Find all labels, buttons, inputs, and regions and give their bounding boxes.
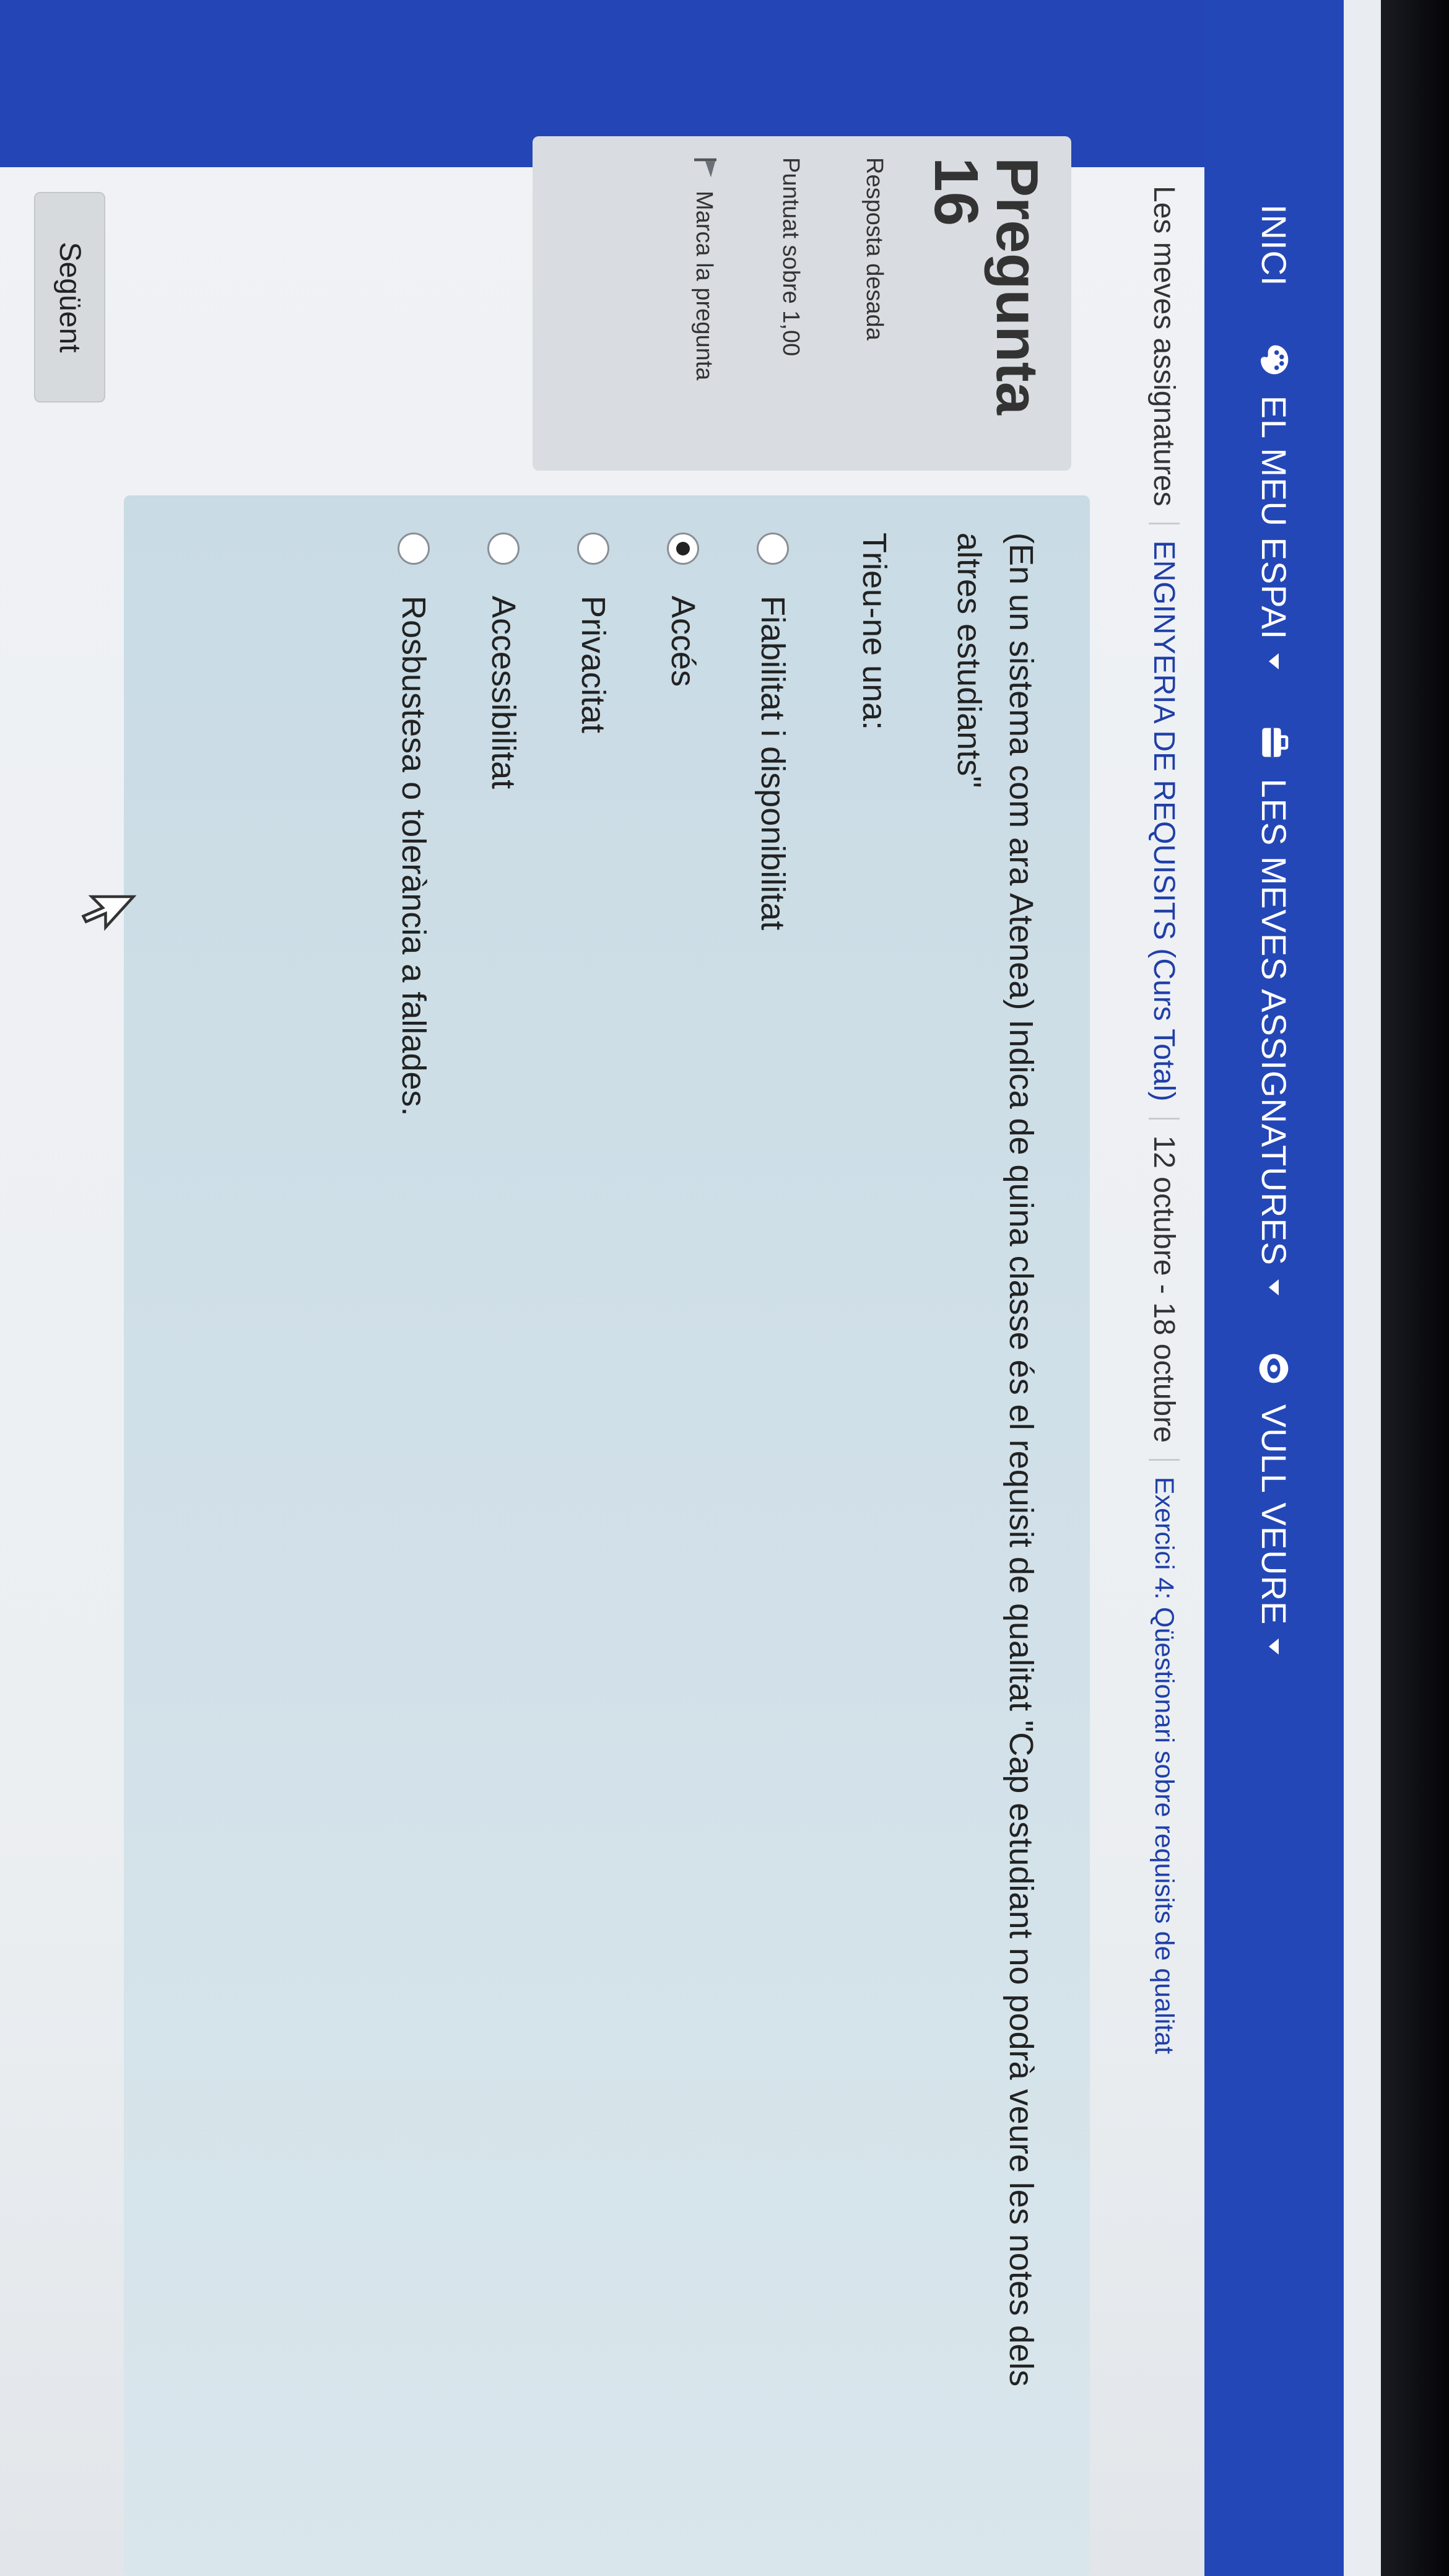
answer-label: Accés [664,596,702,687]
question-panel: (En un sistema com ara Atenea) Indica de… [124,495,1090,2576]
caret-down-icon [1269,1638,1279,1655]
flag-question-toggle[interactable]: Marca la pregunta [686,157,721,450]
nav-inici[interactable]: INICI [1254,204,1294,287]
mouse-cursor-icon [81,895,136,931]
breadcrumb-course[interactable]: ENGINYERIA DE REQUISITS (Curs Total) [1147,541,1181,1102]
question-grade: Puntuat sobre 1,00 [778,157,804,357]
nav-vull-veure[interactable]: VULL VEURE [1254,1351,1294,1655]
answer-label: Accessibilitat [485,596,523,790]
next-button[interactable]: Següent [34,192,105,402]
palette-icon [1261,345,1289,374]
answer-option[interactable]: Accés [638,533,728,2539]
briefcase-icon [1262,728,1289,757]
flag-question-label: Marca la pregunta [691,191,718,381]
breadcrumb-quiz[interactable]: Exercici 4: Qüestionari sobre requisits … [1149,1477,1180,2054]
nav-inici-label: INICI [1255,204,1294,287]
breadcrumb-separator [1149,522,1180,524]
question-text: (En un sistema com ara Atenea) Indica de… [951,533,1040,2387]
caret-down-icon [1269,1279,1279,1295]
radio-button[interactable] [757,533,790,565]
radio-button[interactable] [398,533,430,565]
breadcrumb-my-courses[interactable]: Les meves assignatures [1147,186,1181,507]
nav-les-meves-assignatures-label: LES MEVES ASSIGNATURES [1255,778,1294,1266]
question-title: Pregunta [984,157,1050,416]
flag-icon [694,158,717,178]
caret-down-icon [1269,653,1279,670]
answer-option[interactable]: Fiabilitat i disponibilitat [728,533,818,2539]
nav-el-meu-espai[interactable]: EL MEU ESPAI [1254,342,1294,670]
answer-list: Fiabilitat i disponibilitat Accés Privac… [369,533,818,2539]
breadcrumb-separator [1149,1117,1180,1120]
screen: INICI EL MEU ESPAI LES MEVES ASSIGNATURE… [0,0,1381,2576]
answer-option[interactable]: Rosbustesa o tolerància a fallades. [369,533,459,2539]
question-number: 16 [921,157,991,227]
answer-label: Rosbustesa o tolerància a fallades. [395,596,433,1116]
eye-icon [1260,1354,1289,1383]
question-status: Resposta desada [861,157,887,341]
answer-label: Fiabilitat i disponibilitat [754,596,792,931]
answer-option[interactable]: Privacitat [549,533,638,2539]
breadcrumb-week[interactable]: 12 octubre - 18 octubre [1147,1136,1181,1443]
top-navbar: INICI EL MEU ESPAI LES MEVES ASSIGNATURE… [1204,0,1344,2576]
answer-label: Privacitat [575,596,612,734]
breadcrumb: Les meves assignatures ENGINYERIA DE REQ… [1136,186,1192,2539]
screen-bezel [1381,0,1449,2576]
question-info-box: Pregunta 16 Resposta desada Puntuat sobr… [533,136,1071,471]
nav-les-meves-assignatures[interactable]: LES MEVES ASSIGNATURES [1254,725,1294,1295]
radio-button-selected[interactable] [667,533,700,565]
answer-option[interactable]: Accessibilitat [459,533,549,2539]
radio-button[interactable] [487,533,520,565]
breadcrumb-separator [1149,1458,1180,1461]
nav-vull-veure-label: VULL VEURE [1255,1404,1294,1625]
nav-el-meu-espai-label: EL MEU ESPAI [1255,395,1294,640]
radio-button[interactable] [577,533,610,565]
answer-prompt: Trieu-ne una: [855,533,893,731]
